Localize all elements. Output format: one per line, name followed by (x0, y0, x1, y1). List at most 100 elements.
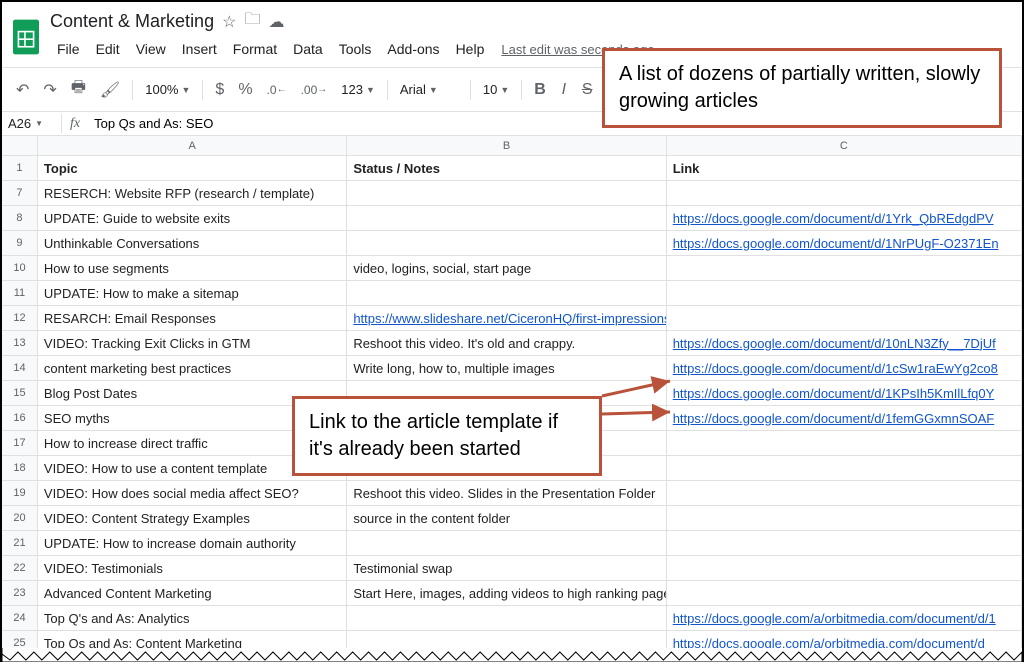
row-header[interactable]: 7 (2, 181, 38, 205)
row-header[interactable]: 20 (2, 506, 38, 530)
row-header[interactable]: 12 (2, 306, 38, 330)
cell[interactable]: RESERCH: Website RFP (research / templat… (38, 181, 347, 205)
cell[interactable] (667, 506, 1022, 530)
cell[interactable] (667, 256, 1022, 280)
cell[interactable] (667, 281, 1022, 305)
menu-addons[interactable]: Add-ons (380, 37, 446, 61)
cell[interactable] (347, 531, 666, 555)
cell[interactable]: UPDATE: How to increase domain authority (38, 531, 347, 555)
row-header[interactable]: 23 (2, 581, 38, 605)
column-header-b[interactable]: B (347, 136, 666, 155)
link[interactable]: https://docs.google.com/document/d/1Yrk_… (673, 211, 994, 226)
cell[interactable]: Reshoot this video. It's old and crappy. (347, 331, 666, 355)
row-header[interactable]: 14 (2, 356, 38, 380)
format-currency-icon[interactable]: $ (209, 77, 230, 103)
link[interactable]: https://docs.google.com/document/d/1femG… (673, 411, 995, 426)
name-box[interactable]: A26▼ (2, 114, 62, 133)
cell[interactable] (667, 556, 1022, 580)
cell[interactable]: Advanced Content Marketing (38, 581, 347, 605)
cell[interactable] (347, 281, 666, 305)
cell[interactable] (667, 306, 1022, 330)
font-size-select[interactable]: 10▼ (477, 78, 515, 101)
cell[interactable] (347, 206, 666, 230)
font-select[interactable]: Arial▼ (394, 78, 464, 101)
cell[interactable]: UPDATE: Guide to website exits (38, 206, 347, 230)
row-header[interactable]: 13 (2, 331, 38, 355)
cell[interactable]: https://docs.google.com/a/orbitmedia.com… (667, 606, 1022, 630)
cell[interactable]: Topic (38, 156, 347, 180)
cell[interactable]: How to use segments (38, 256, 347, 280)
cell[interactable]: https://docs.google.com/document/d/1NrPU… (667, 231, 1022, 255)
row-header[interactable]: 18 (2, 456, 38, 480)
print-icon[interactable]: 🖶 (65, 72, 92, 107)
menu-file[interactable]: File (50, 37, 87, 61)
row-header[interactable]: 8 (2, 206, 38, 230)
menu-edit[interactable]: Edit (89, 37, 127, 61)
column-header-a[interactable]: A (38, 136, 347, 155)
menu-format[interactable]: Format (226, 37, 284, 61)
cell[interactable]: Link (667, 156, 1022, 180)
cell[interactable]: UPDATE: How to make a sitemap (38, 281, 347, 305)
redo-icon[interactable]: ↷ (37, 76, 62, 104)
cell[interactable] (667, 481, 1022, 505)
cell[interactable] (347, 181, 666, 205)
cell[interactable]: Top Q's and As: Analytics (38, 606, 347, 630)
italic-icon[interactable]: I (554, 77, 574, 103)
cell[interactable]: source in the content folder (347, 506, 666, 530)
menu-insert[interactable]: Insert (175, 37, 224, 61)
cell[interactable]: VIDEO: Tracking Exit Clicks in GTM (38, 331, 347, 355)
cell[interactable]: video, logins, social, start page (347, 256, 666, 280)
row-header[interactable]: 1 (2, 156, 38, 180)
row-header[interactable]: 15 (2, 381, 38, 405)
cell[interactable] (347, 231, 666, 255)
menu-tools[interactable]: Tools (332, 37, 379, 61)
strikethrough-icon[interactable]: S (576, 77, 599, 103)
cell[interactable] (347, 606, 666, 630)
row-header[interactable]: 17 (2, 431, 38, 455)
link[interactable]: https://docs.google.com/a/orbitmedia.com… (673, 611, 996, 626)
row-header[interactable]: 21 (2, 531, 38, 555)
undo-icon[interactable]: ↶ (10, 76, 35, 104)
row-header[interactable]: 24 (2, 606, 38, 630)
cell[interactable]: VIDEO: How does social media affect SEO? (38, 481, 347, 505)
bold-icon[interactable]: B (528, 77, 552, 103)
cell[interactable]: https://docs.google.com/document/d/1cSw1… (667, 356, 1022, 380)
zoom-select[interactable]: 100%▼ (139, 78, 196, 101)
menu-data[interactable]: Data (286, 37, 330, 61)
cell[interactable] (667, 181, 1022, 205)
cell[interactable]: https://www.slideshare.net/CiceronHQ/fir… (347, 306, 666, 330)
cell[interactable] (667, 581, 1022, 605)
cell[interactable] (667, 431, 1022, 455)
cell[interactable]: RESARCH: Email Responses (38, 306, 347, 330)
cell[interactable]: Unthinkable Conversations (38, 231, 347, 255)
link[interactable]: https://docs.google.com/document/d/1NrPU… (673, 236, 999, 251)
cell[interactable] (667, 531, 1022, 555)
cell[interactable]: https://docs.google.com/document/d/1femG… (667, 406, 1022, 430)
paint-format-icon[interactable]: 🖌 (94, 76, 126, 104)
cell[interactable] (667, 456, 1022, 480)
cell[interactable]: content marketing best practices (38, 356, 347, 380)
move-icon[interactable]: 🗀 (244, 8, 260, 35)
star-icon[interactable]: ☆ (222, 12, 236, 32)
increase-decimal-icon[interactable]: .00→ (295, 79, 334, 101)
menu-view[interactable]: View (129, 37, 173, 61)
cell[interactable]: VIDEO: Content Strategy Examples (38, 506, 347, 530)
more-formats-select[interactable]: 123▼ (335, 78, 381, 101)
row-header[interactable]: 22 (2, 556, 38, 580)
link[interactable]: https://docs.google.com/document/d/10nLN… (673, 336, 996, 351)
column-header-c[interactable]: C (667, 136, 1022, 155)
row-header[interactable]: 16 (2, 406, 38, 430)
cell[interactable]: Testimonial swap (347, 556, 666, 580)
decrease-decimal-icon[interactable]: .0← (261, 79, 293, 101)
cell[interactable]: https://docs.google.com/document/d/1KPsI… (667, 381, 1022, 405)
cell[interactable]: Start Here, images, adding videos to hig… (347, 581, 666, 605)
row-header[interactable]: 9 (2, 231, 38, 255)
cell[interactable]: Status / Notes (347, 156, 666, 180)
row-header[interactable]: 19 (2, 481, 38, 505)
format-percent-icon[interactable]: % (232, 77, 258, 103)
select-all-corner[interactable] (2, 136, 38, 155)
menu-help[interactable]: Help (449, 37, 492, 61)
cell[interactable]: https://docs.google.com/document/d/1Yrk_… (667, 206, 1022, 230)
link[interactable]: https://docs.google.com/document/d/1KPsI… (673, 386, 995, 401)
document-title[interactable]: Content & Marketing (50, 11, 214, 32)
